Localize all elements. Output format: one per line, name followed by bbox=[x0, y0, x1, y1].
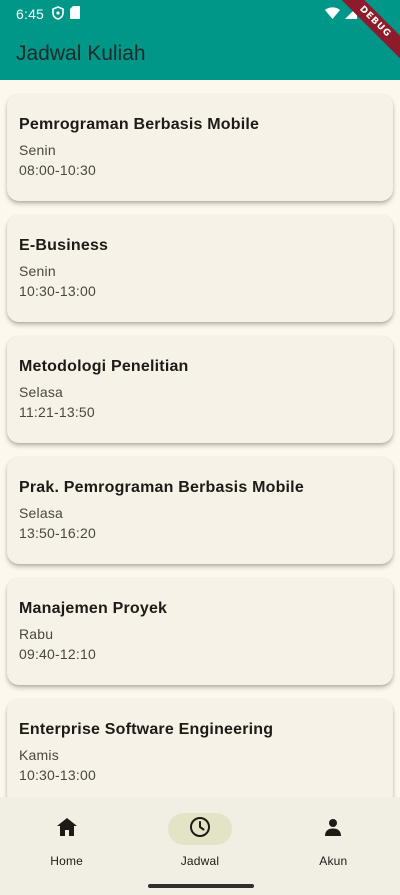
course-day: Selasa bbox=[19, 384, 64, 400]
course-card[interactable]: Prak. Pemrograman Berbasis Mobile Selasa… bbox=[7, 457, 393, 564]
nav-label-akun: Akun bbox=[319, 854, 348, 868]
status-bar: 6:45 bbox=[0, 0, 400, 28]
course-day: Senin bbox=[19, 263, 56, 279]
course-time: 10:30-13:00 bbox=[19, 767, 96, 783]
nav-item-akun[interactable]: Akun bbox=[267, 797, 400, 895]
clock-icon bbox=[189, 816, 211, 843]
bottom-navigation: Home Jadwal Akun bbox=[0, 797, 400, 895]
course-name: Metodologi Penelitian bbox=[19, 358, 189, 375]
nav-item-jadwal[interactable]: Jadwal bbox=[133, 797, 266, 895]
course-time: 09:40-12:10 bbox=[19, 646, 96, 662]
wifi-icon bbox=[325, 6, 340, 22]
course-time: 11:21-13:50 bbox=[19, 404, 95, 420]
nav-label-jadwal: Jadwal bbox=[180, 854, 220, 868]
course-card[interactable]: Enterprise Software Engineering Kamis 10… bbox=[7, 699, 393, 797]
course-card[interactable]: Manajemen Proyek Rabu 09:40-12:10 bbox=[7, 578, 393, 685]
course-card[interactable]: Metodologi Penelitian Selasa 11:21-13:50 bbox=[7, 336, 393, 443]
shield-icon bbox=[52, 5, 64, 23]
course-card[interactable]: Pemrograman Berbasis Mobile Senin 08:00-… bbox=[7, 94, 393, 201]
course-name: Pemrograman Berbasis Mobile bbox=[19, 116, 260, 133]
app-bar: Jadwal Kuliah bbox=[0, 28, 400, 80]
gesture-bar[interactable] bbox=[148, 884, 254, 888]
home-icon bbox=[56, 817, 77, 841]
course-name: Manajemen Proyek bbox=[19, 600, 168, 617]
course-name: E-Business bbox=[19, 237, 109, 254]
nav-item-home[interactable]: Home bbox=[0, 797, 133, 895]
page-title: Jadwal Kuliah bbox=[16, 42, 146, 65]
course-time: 08:00-10:30 bbox=[19, 162, 96, 178]
course-time: 10:30-13:00 bbox=[19, 283, 96, 299]
status-time: 6:45 bbox=[16, 6, 45, 22]
course-list[interactable]: Pemrograman Berbasis Mobile Senin 08:00-… bbox=[0, 80, 400, 797]
nav-active-indicator bbox=[167, 813, 232, 845]
course-name: Prak. Pemrograman Berbasis Mobile bbox=[19, 479, 304, 496]
person-icon bbox=[324, 818, 342, 841]
sd-card-icon bbox=[70, 6, 81, 22]
course-day: Rabu bbox=[19, 626, 54, 642]
course-card[interactable]: E-Business Senin 10:30-13:00 bbox=[7, 215, 393, 322]
course-day: Kamis bbox=[19, 747, 59, 763]
nav-label-home: Home bbox=[50, 854, 84, 868]
course-name: Enterprise Software Engineering bbox=[19, 721, 274, 738]
course-day: Senin bbox=[19, 142, 56, 158]
course-time: 13:50-16:20 bbox=[19, 525, 96, 541]
course-day: Selasa bbox=[19, 505, 64, 521]
